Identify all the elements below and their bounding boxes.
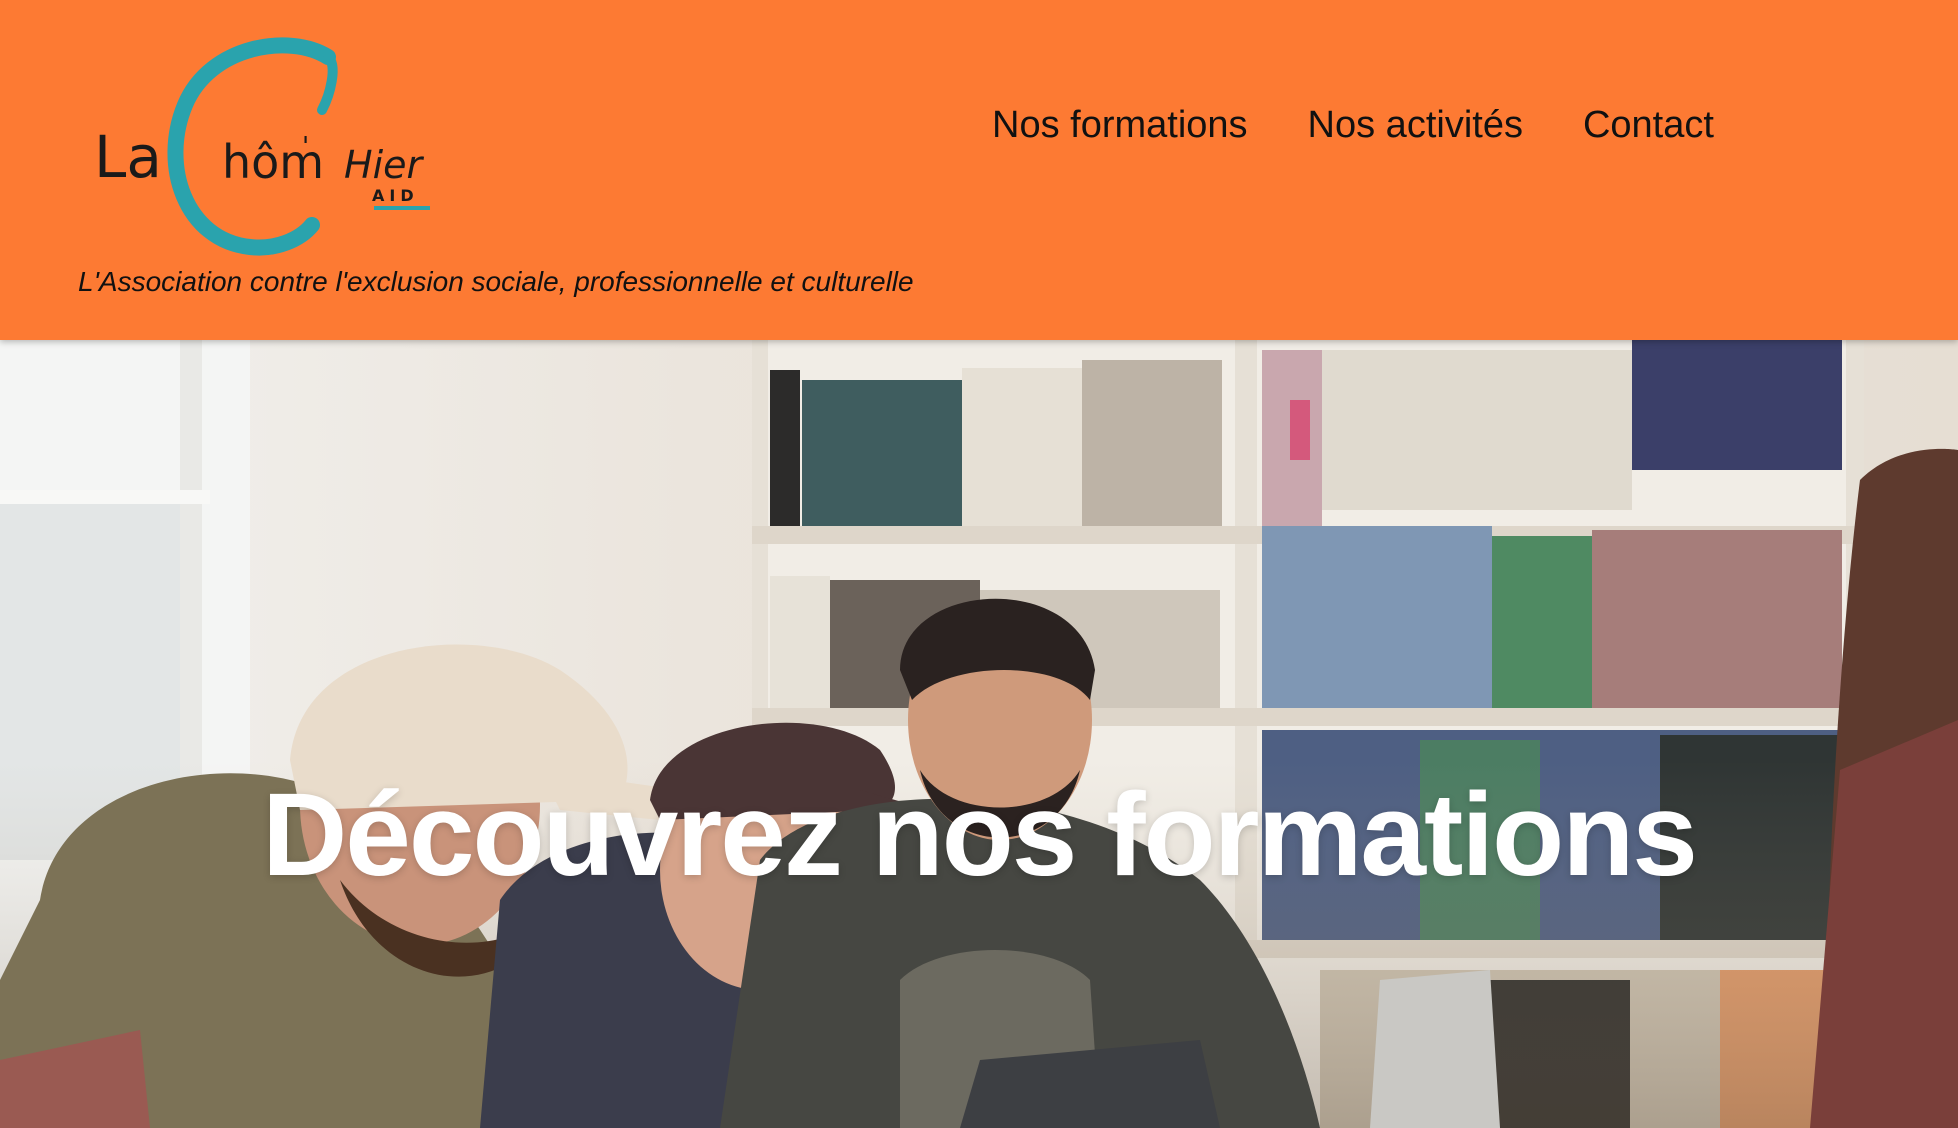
logo-text-aid: AID (372, 186, 419, 205)
nav-item-activites[interactable]: Nos activités (1308, 104, 1523, 147)
main-nav: Nos formations Nos activités Contact (992, 104, 1714, 147)
logo-graphic: La hôm ' Hier AID (94, 37, 430, 256)
svg-text:': ' (302, 132, 309, 162)
hero-photo (0, 340, 1958, 1128)
site-header: La hôm ' Hier AID L'Association contre l… (0, 0, 1958, 340)
logo-text-hier: Hier (344, 143, 425, 187)
books-row2-right (1262, 526, 1842, 708)
tagline: L'Association contre l'exclusion sociale… (78, 266, 914, 297)
books-row1-left (770, 360, 1222, 526)
nav-item-formations[interactable]: Nos formations (992, 104, 1248, 147)
site-logo[interactable]: La hôm ' Hier AID (90, 35, 450, 265)
logo-text-la: La (94, 123, 162, 191)
page: La hôm ' Hier AID L'Association contre l… (0, 0, 1958, 1128)
hero-section: Découvrez nos formations (0, 340, 1958, 1128)
hero-title: Découvrez nos formations (262, 769, 1698, 902)
nav-item-contact[interactable]: Contact (1583, 104, 1714, 147)
